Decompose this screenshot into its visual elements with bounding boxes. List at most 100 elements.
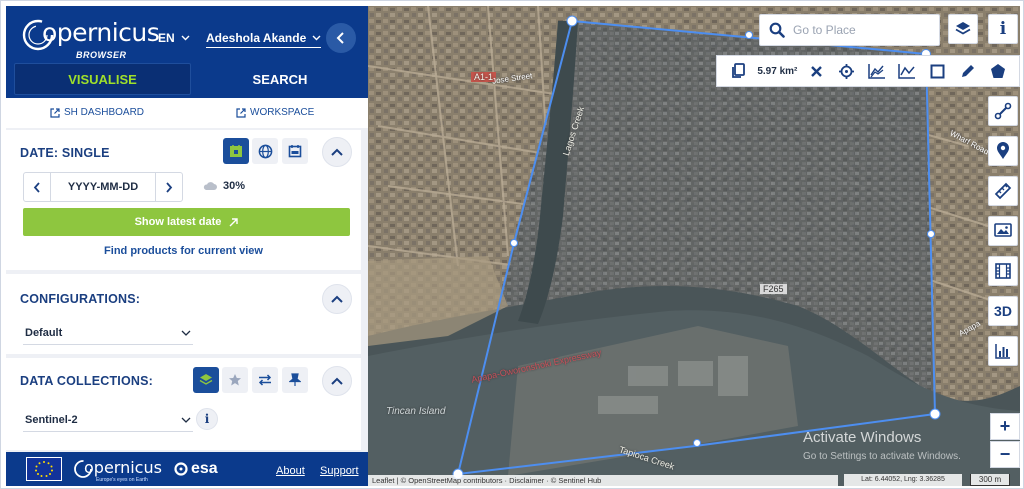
tab-search[interactable]: SEARCH bbox=[192, 63, 368, 95]
road-shield-f265: F265 bbox=[760, 284, 787, 294]
clear-aoi-button[interactable] bbox=[806, 60, 828, 82]
data-collection-info-button[interactable]: i bbox=[196, 408, 218, 430]
globe-icon bbox=[258, 144, 272, 158]
map-label-tincan-island: Tincan Island bbox=[386, 406, 446, 417]
ruler-button[interactable] bbox=[988, 176, 1018, 206]
chevron-down-icon bbox=[181, 417, 191, 423]
edit-aoi-button[interactable] bbox=[957, 60, 979, 82]
data-collection-select[interactable]: Sentinel-2 bbox=[23, 408, 193, 432]
about-link[interactable]: About bbox=[276, 465, 305, 477]
map-scale: 300 m bbox=[970, 474, 1010, 486]
chevron-up-icon bbox=[331, 148, 343, 156]
layers-button[interactable] bbox=[948, 14, 978, 44]
line-chart-icon bbox=[898, 64, 916, 79]
support-link[interactable]: Support bbox=[320, 465, 359, 477]
collapse-sidebar-button[interactable] bbox=[326, 23, 356, 53]
collapse-data-collections-button[interactable] bbox=[322, 366, 352, 396]
poi-marker-button[interactable] bbox=[988, 136, 1018, 166]
copernicus-browser-app: opernicus BROWSER EN Adeshola Akande VIS… bbox=[0, 0, 1024, 489]
configurations-panel-title: CONFIGURATIONS: bbox=[20, 292, 141, 306]
go-to-place-search[interactable]: Go to Place bbox=[759, 14, 940, 46]
favorites-button[interactable] bbox=[222, 367, 248, 393]
date-picker: YYYY-MM-DD bbox=[23, 172, 183, 202]
download-image-button[interactable] bbox=[988, 216, 1018, 246]
copy-aoi-button[interactable] bbox=[727, 60, 749, 82]
compare-button[interactable] bbox=[252, 367, 278, 393]
language-selector[interactable]: EN bbox=[158, 31, 190, 45]
workspace-label: WORKSPACE bbox=[250, 107, 315, 118]
data-collections-panel: DATA COLLECTIONS: Sentinel-2 i bbox=[6, 358, 361, 450]
configuration-select[interactable]: Default bbox=[23, 321, 193, 345]
show-latest-date-button[interactable]: Show latest date bbox=[23, 208, 350, 236]
chevron-left-icon bbox=[33, 181, 40, 193]
chevron-down-icon bbox=[312, 35, 321, 41]
collapse-configurations-button[interactable] bbox=[322, 284, 352, 314]
activate-windows-subtitle: Go to Settings to activate Windows. bbox=[803, 451, 961, 462]
external-link-icon bbox=[50, 107, 60, 118]
aoi-toolbar: 5.97 km² bbox=[716, 55, 1020, 87]
arrow-up-right-icon bbox=[229, 217, 239, 226]
info-icon: i bbox=[999, 19, 1007, 39]
mosaic-globe-button[interactable] bbox=[252, 138, 278, 164]
esa-logo-icon bbox=[174, 462, 188, 476]
polygon-aoi-button[interactable] bbox=[987, 60, 1009, 82]
cursor-coordinates: Lat: 6.44052, Lng: 3.36285 bbox=[844, 474, 962, 486]
star-icon bbox=[229, 374, 241, 386]
data-collections-panel-title: DATA COLLECTIONS: bbox=[20, 374, 154, 388]
chevron-left-icon bbox=[336, 32, 344, 44]
zoom-in-button[interactable]: + bbox=[990, 413, 1020, 440]
close-icon bbox=[811, 65, 822, 77]
eu-stars-icon bbox=[35, 461, 53, 477]
footer-esa-logo: esa bbox=[174, 460, 218, 478]
sidebar: opernicus BROWSER EN Adeshola Akande VIS… bbox=[6, 6, 368, 486]
ruler-icon bbox=[994, 182, 1012, 200]
chevron-up-icon bbox=[331, 377, 343, 385]
center-aoi-button[interactable] bbox=[836, 60, 858, 82]
next-date-button[interactable] bbox=[156, 173, 182, 201]
chevron-up-icon bbox=[331, 295, 343, 303]
map-attribution[interactable]: Leaflet | © OpenStreetMap contributors ·… bbox=[368, 475, 838, 486]
find-products-link[interactable]: Find products for current view bbox=[6, 245, 361, 257]
info-button[interactable]: i bbox=[988, 14, 1018, 44]
pencil-icon bbox=[961, 65, 974, 77]
date-input[interactable]: YYYY-MM-DD bbox=[50, 173, 156, 201]
language-label: EN bbox=[158, 31, 175, 45]
area-chart-icon bbox=[868, 64, 886, 79]
3d-view-button[interactable]: 3D bbox=[988, 296, 1018, 326]
copernicus-browser-logo[interactable]: opernicus BROWSER bbox=[18, 14, 160, 62]
chevron-down-icon bbox=[181, 330, 191, 336]
configurations-panel: CONFIGURATIONS: Default bbox=[6, 274, 361, 354]
timelapse-button[interactable] bbox=[988, 256, 1018, 286]
workspace-link[interactable]: WORKSPACE bbox=[236, 107, 314, 118]
sidebar-footer: opernicus Europe's eyes on Earth esa Abo… bbox=[6, 452, 368, 486]
histogram-button[interactable] bbox=[988, 336, 1018, 366]
esa-text: esa bbox=[191, 460, 218, 477]
user-menu[interactable]: Adeshola Akande bbox=[206, 31, 322, 48]
statistical-info-button[interactable] bbox=[896, 60, 918, 82]
measure-distance-button[interactable] bbox=[988, 96, 1018, 126]
zoom-out-button[interactable]: − bbox=[990, 441, 1020, 468]
data-collection-selected-value: Sentinel-2 bbox=[25, 413, 78, 426]
tab-visualise[interactable]: VISUALISE bbox=[14, 63, 191, 95]
logo-subtitle: BROWSER bbox=[76, 50, 127, 60]
configuration-selected-value: Default bbox=[25, 326, 63, 339]
previous-date-button[interactable] bbox=[24, 173, 50, 201]
pin-button[interactable] bbox=[282, 367, 308, 393]
rectangle-aoi-button[interactable] bbox=[926, 60, 948, 82]
pin-icon bbox=[289, 373, 301, 386]
single-date-button[interactable] bbox=[223, 138, 249, 164]
calendar-range-icon bbox=[288, 145, 302, 158]
layers-collection-button[interactable] bbox=[193, 367, 219, 393]
sh-dashboard-label: SH DASHBOARD bbox=[64, 107, 145, 118]
show-latest-date-label: Show latest date bbox=[134, 216, 222, 228]
search-input[interactable]: Go to Place bbox=[793, 23, 856, 37]
spectral-explorer-button[interactable] bbox=[866, 60, 888, 82]
map-view[interactable]: A1-1 Jose Street Lagos Creek F265 Apapa-… bbox=[368, 6, 1020, 486]
layers-icon bbox=[955, 22, 971, 35]
cloud-coverage-filter[interactable]: 30% bbox=[202, 180, 245, 192]
date-range-button[interactable] bbox=[282, 138, 308, 164]
eu-flag-logo bbox=[26, 457, 62, 481]
collapse-date-panel-button[interactable] bbox=[322, 137, 352, 167]
square-icon bbox=[930, 64, 945, 78]
sh-dashboard-link[interactable]: SH DASHBOARD bbox=[50, 107, 144, 118]
